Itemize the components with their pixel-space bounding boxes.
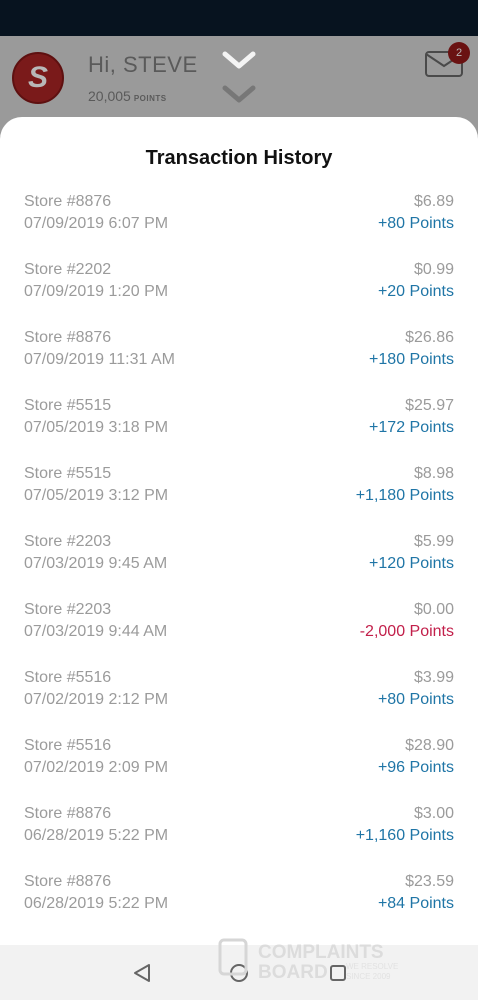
transaction-amount: $5.99 [413,533,454,550]
watermark-logo: COMPLAINTS BOARD WE RESOLVE SINCE 2009 [218,938,398,983]
transaction-row: Store #5516 07/02/2019 2:12 PM $3.99 +80… [0,667,478,735]
logo-s-icon: S [27,61,48,94]
transaction-date: 07/05/2019 3:12 PM [24,487,169,504]
transaction-row: Store #8876 07/09/2019 11:31 AM $26.86 +… [0,327,478,395]
transaction-amount: $26.86 [405,329,454,346]
transaction-row: Store #2203 07/03/2019 9:44 AM $0.00 -2,… [0,599,478,667]
transaction-row: Store #5516 07/02/2019 2:09 PM $28.90 +9… [0,735,478,803]
transaction-points: +120 Points [369,555,454,572]
watermark-line1: COMPLAINTS [258,942,384,963]
transaction-date: 06/28/2019 5:22 PM [24,895,169,912]
transaction-date: 07/09/2019 11:31 AM [24,351,175,368]
transaction-date: 07/03/2019 9:44 AM [24,623,168,640]
transaction-row: Store #8876 06/28/2019 5:22 PM $3.00 +1,… [0,803,478,871]
back-triangle-icon[interactable] [130,961,154,985]
transaction-date: 06/28/2019 5:22 PM [24,827,169,844]
transaction-store: Store #2203 [24,601,112,618]
transaction-date: 07/05/2019 3:18 PM [24,419,169,436]
transaction-store: Store #2203 [24,533,112,550]
transaction-date: 07/09/2019 6:07 PM [24,215,169,232]
transaction-points: +172 Points [369,419,454,436]
transaction-amount: $0.99 [413,261,454,278]
transaction-row: Store #2203 07/03/2019 9:45 AM $5.99 +12… [0,531,478,599]
notification-badge: 2 [448,42,470,64]
transaction-amount: $3.00 [413,805,454,822]
transaction-points: +84 Points [377,895,454,912]
transaction-history-sheet: Transaction History Store #8876 07/09/20… [0,117,478,945]
transaction-date: 07/03/2019 9:45 AM [24,555,168,572]
transaction-store: Store #5516 [24,737,112,754]
transaction-amount: $0.00 [413,601,454,618]
transaction-points: +80 Points [377,215,454,232]
transaction-amount: $23.59 [405,873,454,890]
transaction-amount: $25.97 [405,397,454,414]
transaction-points: +20 Points [377,283,454,300]
transaction-store: Store #5516 [24,669,112,686]
transaction-amount: $3.99 [413,669,454,686]
transaction-points: -2,000 Points [359,623,454,640]
watermark-tagline2: SINCE 2009 [346,972,391,981]
watermark-line2: BOARD [258,962,328,983]
transaction-store: Store #8876 [24,805,112,822]
points-label: POINTS [133,94,167,103]
points-balance: 20,005 POINTS [88,88,167,104]
transaction-store: Store #8876 [24,873,112,890]
watermark-tagline1: WE RESOLVE [346,962,398,971]
transaction-store: Store #5515 [24,397,112,414]
points-value: 20,005 [88,88,131,104]
transaction-store: Store #8876 [24,193,112,210]
transaction-row: Store #8876 06/28/2019 5:22 PM $23.59 +8… [0,871,478,939]
status-bar [0,0,478,36]
transaction-store: Store #2202 [24,261,112,278]
transaction-store: Store #8876 [24,329,112,346]
transaction-amount: $28.90 [405,737,454,754]
transaction-date: 07/02/2019 2:12 PM [24,691,169,708]
chevron-down-icon[interactable] [219,46,259,112]
transaction-date: 07/02/2019 2:09 PM [24,759,169,776]
transaction-points: +96 Points [377,759,454,776]
sheet-title: Transaction History [145,147,333,169]
transaction-points: +1,180 Points [355,487,454,504]
transaction-row: Store #2202 07/09/2019 1:20 PM $0.99 +20… [0,259,478,327]
transaction-points: +180 Points [369,351,454,368]
transaction-points: +80 Points [377,691,454,708]
transaction-amount: $6.89 [413,193,454,210]
transaction-row: Store #5515 07/05/2019 3:18 PM $25.97 +1… [0,395,478,463]
greeting: Hi, STEVE [88,52,198,77]
transaction-amount: $8.98 [413,465,454,482]
transaction-date: 07/09/2019 1:20 PM [24,283,169,300]
brand-logo: S [12,52,64,104]
transaction-list: Store #8876 07/09/2019 6:07 PM $6.89 +80… [0,191,478,939]
transaction-points: +1,160 Points [355,827,454,844]
transaction-row: Store #5515 07/05/2019 3:12 PM $8.98 +1,… [0,463,478,531]
transaction-row: Store #8876 07/09/2019 6:07 PM $6.89 +80… [0,191,478,259]
transaction-store: Store #5515 [24,465,112,482]
